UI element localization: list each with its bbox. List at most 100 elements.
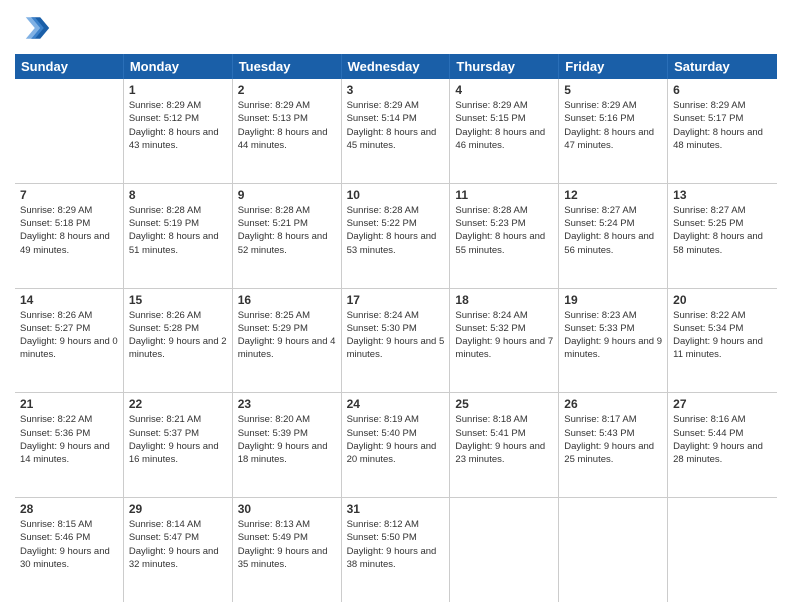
day-number: 7 bbox=[20, 188, 118, 202]
cell-info: Sunrise: 8:21 AMSunset: 5:37 PMDaylight:… bbox=[129, 413, 227, 466]
dow-monday: Monday bbox=[124, 54, 233, 79]
cell-info: Sunrise: 8:19 AMSunset: 5:40 PMDaylight:… bbox=[347, 413, 445, 466]
day-number: 24 bbox=[347, 397, 445, 411]
cell-info: Sunrise: 8:16 AMSunset: 5:44 PMDaylight:… bbox=[673, 413, 772, 466]
cell-info: Sunrise: 8:15 AMSunset: 5:46 PMDaylight:… bbox=[20, 518, 118, 571]
cal-cell-4-6 bbox=[668, 498, 777, 602]
day-number: 4 bbox=[455, 83, 553, 97]
cell-info: Sunrise: 8:25 AMSunset: 5:29 PMDaylight:… bbox=[238, 309, 336, 362]
day-number: 26 bbox=[564, 397, 662, 411]
day-number: 14 bbox=[20, 293, 118, 307]
cell-info: Sunrise: 8:14 AMSunset: 5:47 PMDaylight:… bbox=[129, 518, 227, 571]
day-number: 2 bbox=[238, 83, 336, 97]
day-number: 18 bbox=[455, 293, 553, 307]
cal-cell-1-2: 9Sunrise: 8:28 AMSunset: 5:21 PMDaylight… bbox=[233, 184, 342, 288]
cal-cell-3-5: 26 Sunrise: 8:17 AMSunset: 5:43 PMDayligh… bbox=[559, 393, 668, 497]
cell-info: Sunrise: 8:27 AMSunset: 5:24 PMDaylight:… bbox=[564, 204, 662, 257]
cal-cell-1-4: 11 Sunrise: 8:28 AMSunset: 5:23 PMDayligh… bbox=[450, 184, 559, 288]
cell-info: Sunrise: 8:29 AMSunset: 5:16 PMDaylight:… bbox=[564, 99, 662, 152]
cal-cell-3-2: 23 Sunrise: 8:20 AMSunset: 5:39 PMDayligh… bbox=[233, 393, 342, 497]
logo bbox=[15, 10, 55, 46]
cell-info: Sunrise: 8:23 AMSunset: 5:33 PMDaylight:… bbox=[564, 309, 662, 362]
cal-cell-2-0: 14 Sunrise: 8:26 AMSunset: 5:27 PMDayligh… bbox=[15, 289, 124, 393]
week-row-1: 1Sunrise: 8:29 AMSunset: 5:12 PMDaylight… bbox=[15, 79, 777, 184]
day-number: 23 bbox=[238, 397, 336, 411]
cell-info: Sunrise: 8:29 AMSunset: 5:13 PMDaylight:… bbox=[238, 99, 336, 152]
cal-cell-2-6: 20 Sunrise: 8:22 AMSunset: 5:34 PMDayligh… bbox=[668, 289, 777, 393]
day-number: 28 bbox=[20, 502, 118, 516]
cell-info: Sunrise: 8:26 AMSunset: 5:27 PMDaylight:… bbox=[20, 309, 118, 362]
day-number: 9 bbox=[238, 188, 336, 202]
day-number: 29 bbox=[129, 502, 227, 516]
cal-cell-0-3: 3 Sunrise: 8:29 AMSunset: 5:14 PMDaylight… bbox=[342, 79, 451, 183]
cal-cell-1-5: 12 Sunrise: 8:27 AMSunset: 5:24 PMDayligh… bbox=[559, 184, 668, 288]
calendar: Sunday Monday Tuesday Wednesday Thursday… bbox=[15, 54, 777, 602]
cal-cell-0-6: 6 Sunrise: 8:29 AMSunset: 5:17 PMDaylight… bbox=[668, 79, 777, 183]
day-number: 27 bbox=[673, 397, 772, 411]
day-number: 25 bbox=[455, 397, 553, 411]
cal-cell-0-5: 5 Sunrise: 8:29 AMSunset: 5:16 PMDaylight… bbox=[559, 79, 668, 183]
cal-cell-3-4: 25Sunrise: 8:18 AMSunset: 5:41 PMDayligh… bbox=[450, 393, 559, 497]
cell-info: Sunrise: 8:29 AMSunset: 5:15 PMDaylight:… bbox=[455, 99, 553, 152]
day-number: 5 bbox=[564, 83, 662, 97]
header bbox=[15, 10, 777, 46]
day-number: 3 bbox=[347, 83, 445, 97]
dow-thursday: Thursday bbox=[450, 54, 559, 79]
cal-cell-4-1: 29 Sunrise: 8:14 AMSunset: 5:47 PMDayligh… bbox=[124, 498, 233, 602]
dow-tuesday: Tuesday bbox=[233, 54, 342, 79]
cell-info: Sunrise: 8:17 AMSunset: 5:43 PMDaylight:… bbox=[564, 413, 662, 466]
cal-cell-2-1: 15Sunrise: 8:26 AMSunset: 5:28 PMDayligh… bbox=[124, 289, 233, 393]
cell-info: Sunrise: 8:26 AMSunset: 5:28 PMDaylight:… bbox=[129, 309, 227, 362]
cal-cell-4-4 bbox=[450, 498, 559, 602]
cal-cell-2-3: 17 Sunrise: 8:24 AMSunset: 5:30 PMDayligh… bbox=[342, 289, 451, 393]
cal-cell-2-5: 19Sunrise: 8:23 AMSunset: 5:33 PMDayligh… bbox=[559, 289, 668, 393]
cal-cell-1-3: 10 Sunrise: 8:28 AMSunset: 5:22 PMDayligh… bbox=[342, 184, 451, 288]
day-number: 16 bbox=[238, 293, 336, 307]
day-number: 20 bbox=[673, 293, 772, 307]
cal-cell-1-0: 7 Sunrise: 8:29 AMSunset: 5:18 PMDaylight… bbox=[15, 184, 124, 288]
cell-info: Sunrise: 8:29 AMSunset: 5:18 PMDaylight:… bbox=[20, 204, 118, 257]
cell-info: Sunrise: 8:28 AMSunset: 5:23 PMDaylight:… bbox=[455, 204, 553, 257]
cal-cell-0-4: 4 Sunrise: 8:29 AMSunset: 5:15 PMDaylight… bbox=[450, 79, 559, 183]
cal-cell-3-6: 27 Sunrise: 8:16 AMSunset: 5:44 PMDayligh… bbox=[668, 393, 777, 497]
day-number: 13 bbox=[673, 188, 772, 202]
cal-cell-0-0 bbox=[15, 79, 124, 183]
day-number: 11 bbox=[455, 188, 553, 202]
day-number: 12 bbox=[564, 188, 662, 202]
cell-info: Sunrise: 8:24 AMSunset: 5:30 PMDaylight:… bbox=[347, 309, 445, 362]
day-number: 10 bbox=[347, 188, 445, 202]
cell-info: Sunrise: 8:13 AMSunset: 5:49 PMDaylight:… bbox=[238, 518, 336, 571]
dow-wednesday: Wednesday bbox=[342, 54, 451, 79]
cell-info: Sunrise: 8:29 AMSunset: 5:12 PMDaylight:… bbox=[129, 99, 227, 152]
cell-info: Sunrise: 8:24 AMSunset: 5:32 PMDaylight:… bbox=[455, 309, 553, 362]
page: Sunday Monday Tuesday Wednesday Thursday… bbox=[0, 0, 792, 612]
cal-cell-3-3: 24 Sunrise: 8:19 AMSunset: 5:40 PMDayligh… bbox=[342, 393, 451, 497]
day-number: 17 bbox=[347, 293, 445, 307]
cal-cell-3-1: 22 Sunrise: 8:21 AMSunset: 5:37 PMDayligh… bbox=[124, 393, 233, 497]
day-number: 8 bbox=[129, 188, 227, 202]
cell-info: Sunrise: 8:28 AMSunset: 5:22 PMDaylight:… bbox=[347, 204, 445, 257]
cell-info: Sunrise: 8:20 AMSunset: 5:39 PMDaylight:… bbox=[238, 413, 336, 466]
dow-friday: Friday bbox=[559, 54, 668, 79]
cell-info: Sunrise: 8:27 AMSunset: 5:25 PMDaylight:… bbox=[673, 204, 772, 257]
cal-cell-2-2: 16 Sunrise: 8:25 AMSunset: 5:29 PMDayligh… bbox=[233, 289, 342, 393]
cell-info: Sunrise: 8:28 AMSunset: 5:19 PMDaylight:… bbox=[129, 204, 227, 257]
cal-cell-0-1: 1Sunrise: 8:29 AMSunset: 5:12 PMDaylight… bbox=[124, 79, 233, 183]
day-number: 6 bbox=[673, 83, 772, 97]
day-number: 31 bbox=[347, 502, 445, 516]
week-row-2: 7 Sunrise: 8:29 AMSunset: 5:18 PMDaylight… bbox=[15, 184, 777, 289]
logo-icon bbox=[15, 10, 51, 46]
cell-info: Sunrise: 8:29 AMSunset: 5:14 PMDaylight:… bbox=[347, 99, 445, 152]
calendar-header: Sunday Monday Tuesday Wednesday Thursday… bbox=[15, 54, 777, 79]
cell-info: Sunrise: 8:29 AMSunset: 5:17 PMDaylight:… bbox=[673, 99, 772, 152]
day-number: 21 bbox=[20, 397, 118, 411]
cal-cell-4-2: 30 Sunrise: 8:13 AMSunset: 5:49 PMDayligh… bbox=[233, 498, 342, 602]
cell-info: Sunrise: 8:22 AMSunset: 5:36 PMDaylight:… bbox=[20, 413, 118, 466]
day-number: 22 bbox=[129, 397, 227, 411]
cal-cell-4-5 bbox=[559, 498, 668, 602]
calendar-body: 1Sunrise: 8:29 AMSunset: 5:12 PMDaylight… bbox=[15, 79, 777, 602]
cell-info: Sunrise: 8:22 AMSunset: 5:34 PMDaylight:… bbox=[673, 309, 772, 362]
day-number: 30 bbox=[238, 502, 336, 516]
cell-info: Sunrise: 8:12 AMSunset: 5:50 PMDaylight:… bbox=[347, 518, 445, 571]
dow-sunday: Sunday bbox=[15, 54, 124, 79]
